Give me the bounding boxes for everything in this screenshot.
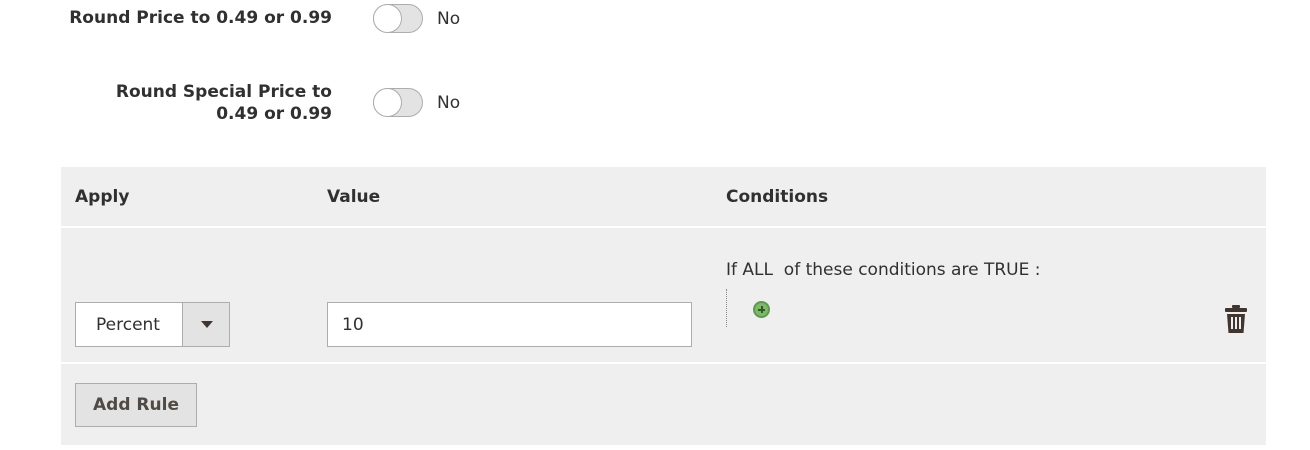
- toggle-knob: [373, 4, 402, 33]
- conditions-prefix: If: [726, 260, 743, 280]
- round-special-price-toggle[interactable]: [373, 88, 423, 117]
- add-rule-button[interactable]: Add Rule: [75, 383, 197, 427]
- toggle-knob: [373, 88, 402, 117]
- conditions-statement: If ALL of these conditions are TRUE :: [726, 259, 1041, 281]
- round-price-label: Round Price to 0.49 or 0.99: [69, 8, 332, 28]
- round-price-toggle[interactable]: [373, 4, 423, 33]
- round-special-price-state: No: [437, 93, 461, 113]
- round-special-price-field: Round Special Price to 0.49 or 0.99 No: [0, 80, 600, 130]
- chevron-down-icon: [201, 321, 213, 328]
- apply-selected-value: Percent: [96, 315, 160, 335]
- rules-grid: Apply Value Conditions Percent If ALL of…: [61, 167, 1266, 445]
- conditions-tree-line: [726, 289, 727, 327]
- plus-circle-icon[interactable]: [753, 301, 770, 318]
- conditions-result[interactable]: TRUE: [984, 260, 1029, 280]
- round-special-price-label: Round Special Price to 0.49 or 0.99: [115, 82, 332, 124]
- header-conditions: Conditions: [726, 187, 829, 207]
- apply-select[interactable]: Percent: [75, 302, 230, 347]
- value-input[interactable]: [327, 302, 692, 347]
- conditions-suffix: :: [1029, 260, 1041, 280]
- rule-row: Percent If ALL of these conditions are T…: [61, 229, 1266, 364]
- grid-footer: Add Rule: [61, 366, 1266, 445]
- round-price-state: No: [437, 9, 461, 29]
- header-value: Value: [327, 187, 381, 207]
- trash-icon[interactable]: [1225, 305, 1247, 333]
- header-apply: Apply: [75, 187, 130, 207]
- conditions-middle: of these conditions are: [772, 260, 984, 280]
- grid-header: Apply Value Conditions: [61, 167, 1266, 228]
- conditions-aggregator[interactable]: ALL: [742, 260, 773, 280]
- apply-dropdown-button[interactable]: [182, 303, 229, 346]
- round-price-field: Round Price to 0.49 or 0.99 No: [0, 0, 600, 40]
